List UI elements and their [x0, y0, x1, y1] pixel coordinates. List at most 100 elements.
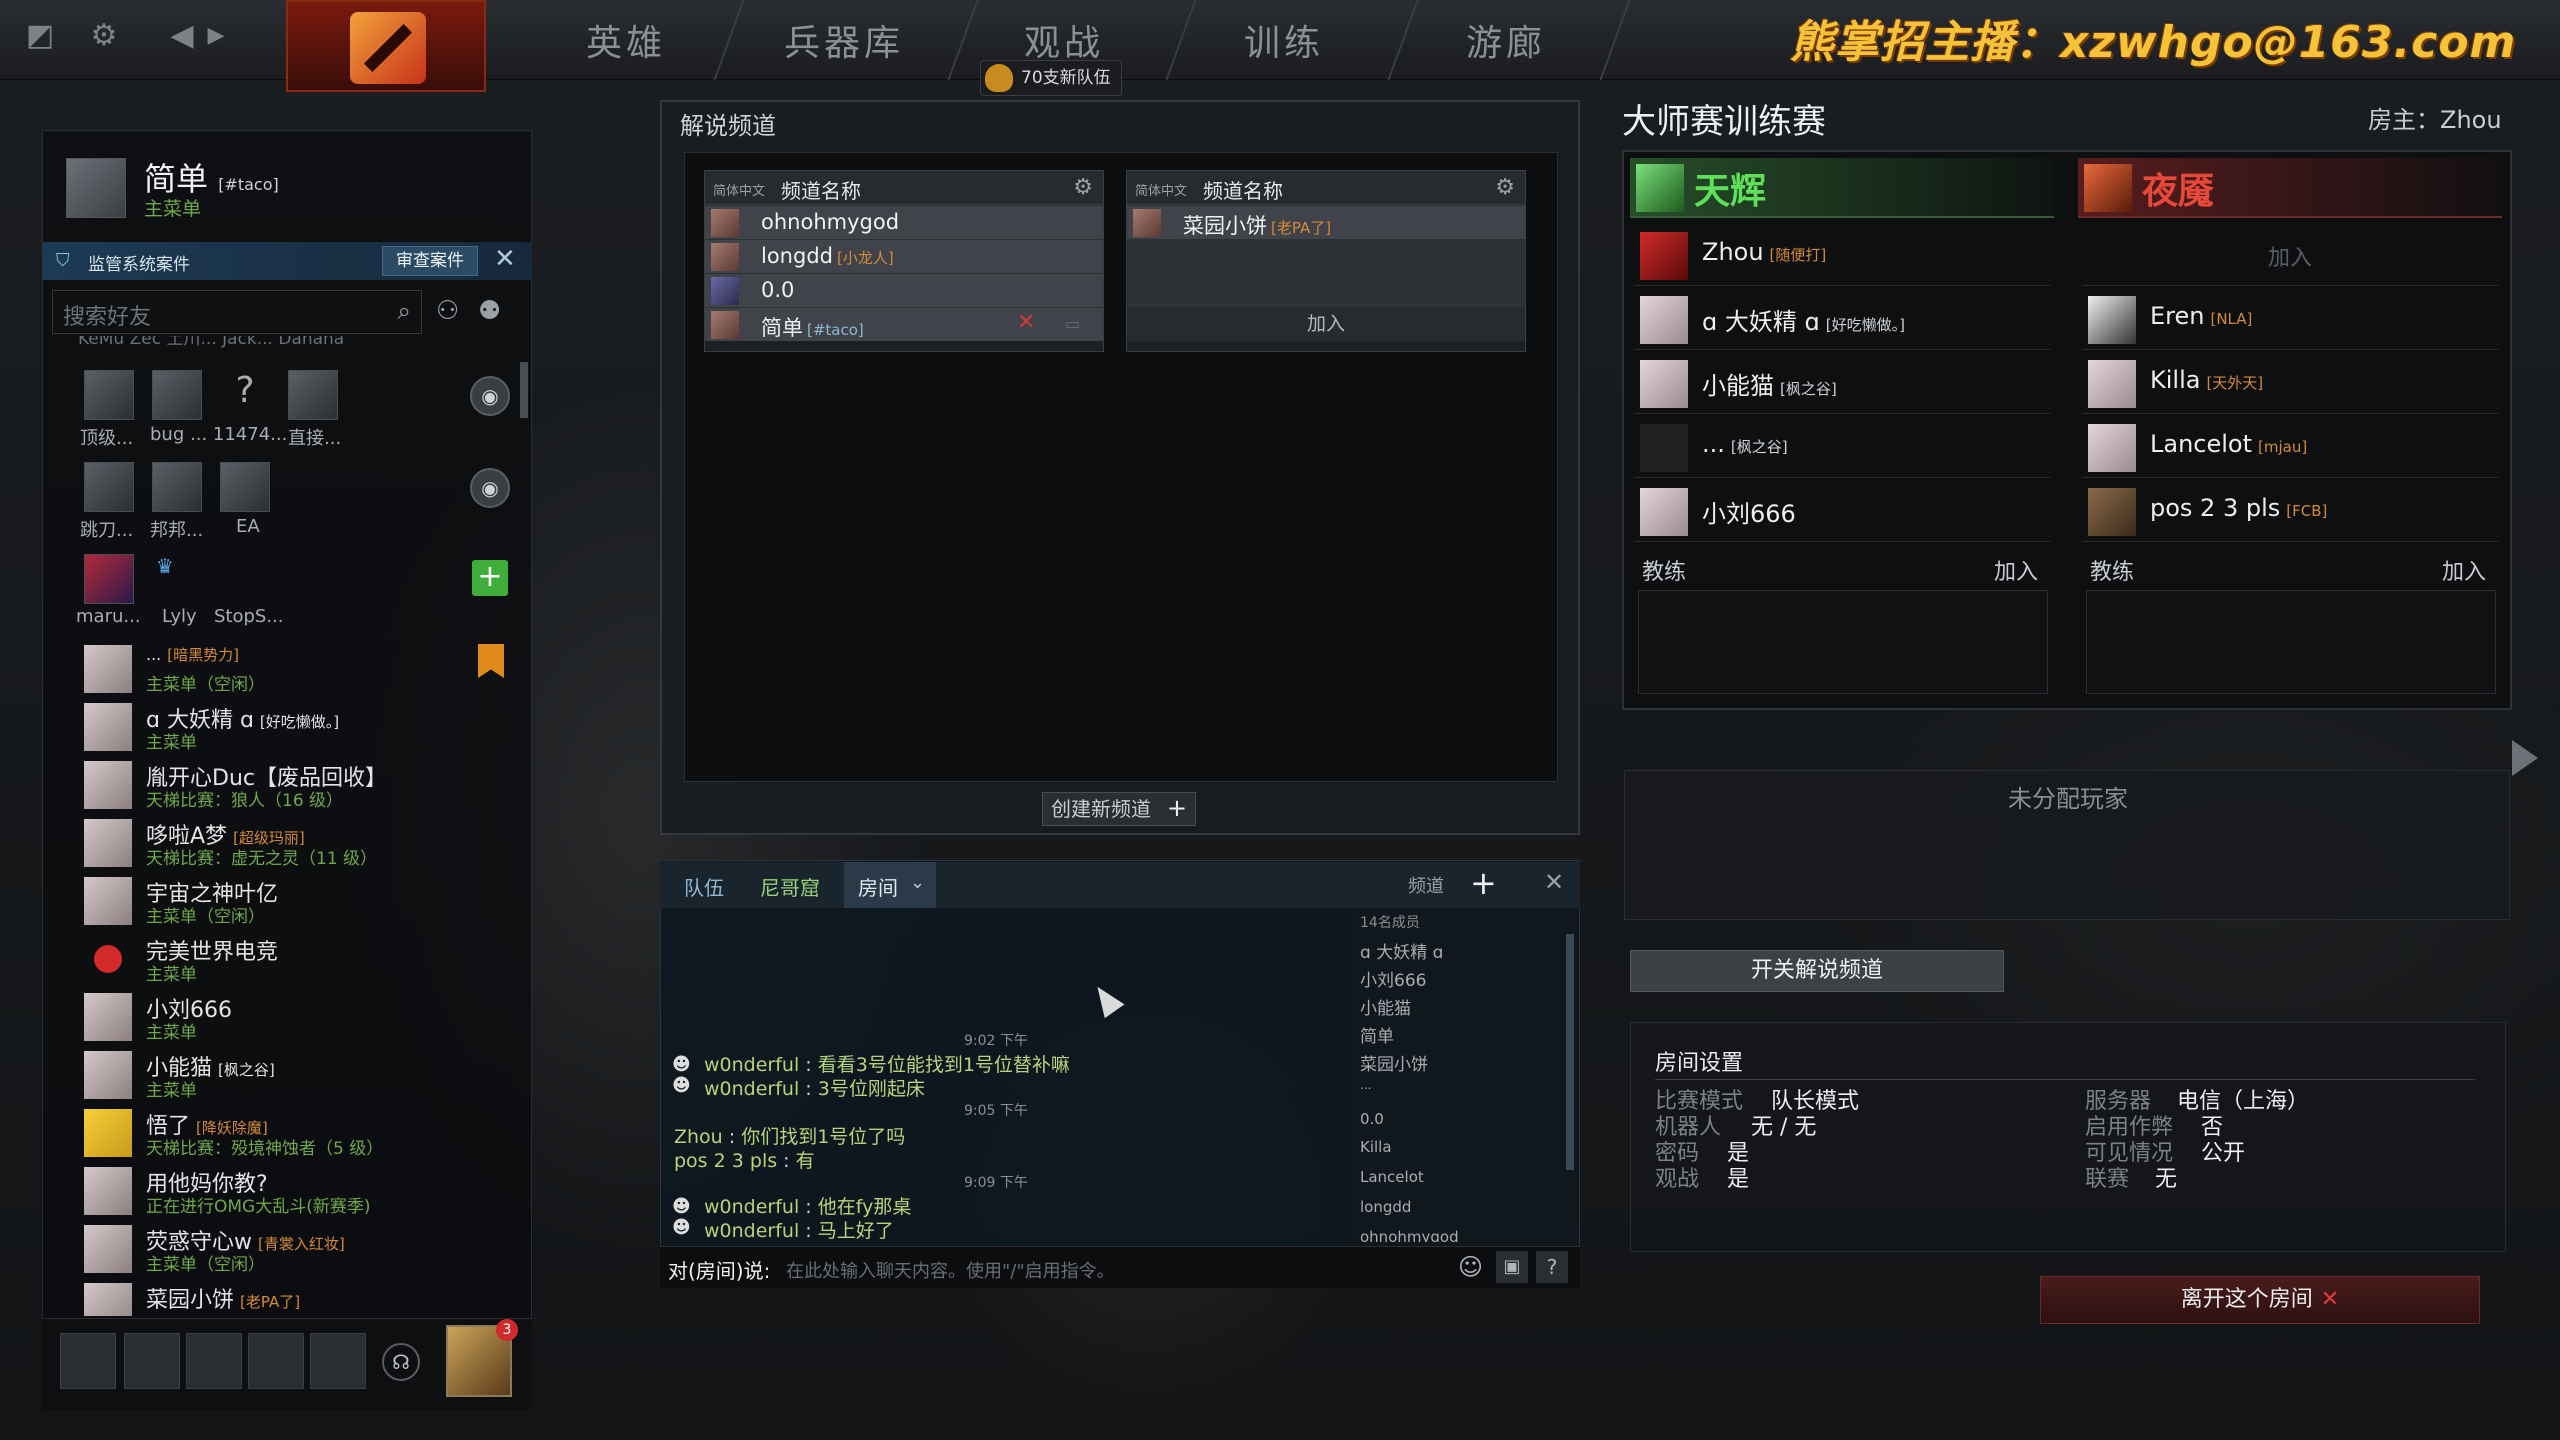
manage-friends-icon[interactable]: ⚉: [478, 296, 501, 326]
gear-icon[interactable]: ⚙: [1073, 175, 1093, 200]
nav-heroes[interactable]: 英雄: [586, 14, 666, 66]
friend-avatar[interactable]: [152, 462, 202, 512]
user-avatar-icon: ☻ ☻: [672, 1196, 691, 1238]
dire-player-slot[interactable]: 加入: [2082, 224, 2498, 286]
list-item[interactable]: 哆啦A梦 [超级玛丽] 天梯比赛：虚无之灵（11 级）: [84, 816, 524, 870]
friend-avatar[interactable]: [220, 462, 270, 512]
chat-tab-bar: 队伍 尼哥窟 房间 ⌄ 频道 + ✕: [660, 862, 1580, 908]
review-case-button[interactable]: 审查案件: [382, 246, 478, 276]
nav-arcade[interactable]: 游廊: [1466, 14, 1546, 66]
dire-player-slot[interactable]: Killa [天外天]: [2082, 352, 2498, 414]
voice-headset-icon[interactable]: ☊: [382, 1343, 420, 1381]
nav-learn[interactable]: 训练: [1244, 14, 1324, 66]
expand-arrow-icon[interactable]: [2512, 740, 2538, 776]
empty-party-slot[interactable]: [310, 1333, 366, 1389]
help-icon[interactable]: ?: [1536, 1251, 1568, 1283]
close-icon[interactable]: ✕: [494, 244, 516, 274]
gear-icon[interactable]: ⚙: [1495, 175, 1515, 200]
friend-search-input[interactable]: 搜索好友 ⌕: [52, 290, 422, 334]
friend-avatar[interactable]: [288, 370, 338, 420]
chat-member[interactable]: 0.0: [1360, 1110, 1384, 1128]
list-item[interactable]: 菜园小饼 [老PA了]: [84, 1280, 524, 1316]
friend-avatar[interactable]: [152, 370, 202, 420]
dire-player-slot[interactable]: pos 2 3 pls [FCB]: [2082, 480, 2498, 542]
members-scrollbar[interactable]: [1566, 934, 1574, 1170]
chat-member[interactable]: ɑ 大妖精 ɑ: [1360, 938, 1443, 963]
list-item[interactable]: 用他妈你教? 正在进行OMG大乱斗(新赛季): [84, 1164, 524, 1218]
invite-plus-button[interactable]: +: [472, 560, 508, 596]
list-item[interactable]: 宇宙之神叶亿 主菜单（空闲）: [84, 874, 524, 928]
friend-avatar: [84, 935, 132, 983]
chat-member[interactable]: longdd: [1360, 1198, 1411, 1216]
tab-team[interactable]: 队伍: [684, 872, 724, 901]
radiant-player-slot[interactable]: ... [枫之谷]: [1634, 416, 2050, 478]
add-channel-plus-icon[interactable]: +: [1470, 864, 1497, 902]
radiant-player-slot[interactable]: 小刘666: [1634, 480, 2050, 542]
settings-gear-icon[interactable]: ⚙: [84, 16, 124, 56]
radiant-coach-join-button[interactable]: 加入: [1994, 554, 2038, 586]
chat-member[interactable]: 简单: [1360, 1022, 1394, 1047]
camera-icon[interactable]: ▭: [1065, 314, 1080, 333]
forward-arrow-icon[interactable]: ▶: [196, 16, 236, 56]
friend-avatar[interactable]: [84, 370, 134, 420]
channel-member-row[interactable]: 菜园小饼 [老PA了]: [1127, 205, 1525, 239]
empty-party-slot[interactable]: [124, 1333, 180, 1389]
dire-coach-slot[interactable]: [2086, 590, 2496, 694]
friend-list-scrollbar[interactable]: [520, 362, 528, 418]
list-item[interactable]: 悟了 [降妖除魔] 天梯比赛：殁境神蚀者（5 级）: [84, 1106, 524, 1160]
chat-member[interactable]: 小刘666: [1360, 966, 1426, 991]
chat-member[interactable]: ...: [1360, 1078, 1371, 1092]
nav-armory[interactable]: 兵器库: [784, 14, 904, 66]
unknown-avatar-icon[interactable]: ?: [220, 370, 270, 420]
nav-watch[interactable]: 观战: [1024, 14, 1104, 66]
empty-party-slot[interactable]: [186, 1333, 242, 1389]
channel-member-row[interactable]: longdd [小龙人]: [705, 239, 1103, 273]
leave-room-button[interactable]: 离开这个房间 ✕: [2040, 1276, 2480, 1324]
chat-member[interactable]: Killa: [1360, 1138, 1392, 1156]
list-item[interactable]: 小刘666 主菜单: [84, 990, 524, 1044]
dota-logo-home-button[interactable]: [286, 0, 486, 92]
close-icon[interactable]: ✕: [1544, 868, 1564, 896]
chat-member[interactable]: Lancelot: [1360, 1168, 1424, 1186]
list-item[interactable]: 小能猫 [枫之谷] 主菜单: [84, 1048, 524, 1102]
dire-player-slot[interactable]: Eren [NLA]: [2082, 288, 2498, 350]
new-teams-badge[interactable]: 70支新队伍: [980, 60, 1122, 96]
toggle-broadcast-button[interactable]: 开关解说频道: [1630, 950, 2004, 992]
channel-member-row[interactable]: ohnohmygod: [705, 205, 1103, 239]
avatar[interactable]: [60, 1333, 116, 1389]
channel-member-row[interactable]: 简单 [#taco] ✕ ▭: [705, 307, 1103, 341]
list-item[interactable]: 胤开心Duc【废品回收】 天梯比赛：狼人（16 级）: [84, 758, 524, 812]
spectate-eye-icon[interactable]: ◉: [470, 376, 510, 416]
channel-member-row[interactable]: 0.0: [705, 273, 1103, 307]
chat-member[interactable]: 小能猫: [1360, 994, 1411, 1019]
empty-party-slot[interactable]: [248, 1333, 304, 1389]
radiant-player-slot[interactable]: 小能猫 [枫之谷]: [1634, 352, 2050, 414]
dota-menu-icon[interactable]: ◩: [20, 16, 60, 56]
list-item[interactable]: ɑ 大妖精 ɑ [好吃懒做。] 主菜单: [84, 700, 524, 754]
list-item[interactable]: ... [暗黑势力] 主菜单（空闲）: [84, 642, 524, 696]
radiant-player-slot[interactable]: ɑ 大妖精 ɑ [好吃懒做。]: [1634, 288, 2050, 350]
join-channel-button[interactable]: 加入: [1127, 307, 1525, 341]
dire-coach-join-button[interactable]: 加入: [2442, 554, 2486, 586]
remove-x-icon[interactable]: ✕: [1017, 310, 1035, 335]
chat-wheel-icon[interactable]: ▣: [1496, 1251, 1528, 1283]
user-profile[interactable]: 简单 [#taco] 主菜单: [60, 150, 515, 222]
chat-member[interactable]: ohnohmygod: [1360, 1228, 1459, 1242]
friend-avatar[interactable]: [84, 554, 134, 604]
tab-guild[interactable]: 尼哥窟: [760, 872, 820, 901]
list-item[interactable]: 荧惑守心w [青裳入红妆] 主菜单（空闲）: [84, 1222, 524, 1276]
radiant-coach-slot[interactable]: [1638, 590, 2048, 694]
radiant-player-slot[interactable]: Zhou [随便打]: [1634, 224, 2050, 286]
add-friend-icon[interactable]: ⚇: [436, 296, 459, 326]
spectate-eye-icon[interactable]: ◉: [470, 468, 510, 508]
friend-avatar[interactable]: [84, 462, 134, 512]
emoji-icon[interactable]: ☺: [1458, 1253, 1483, 1281]
unassigned-players-area[interactable]: 未分配玩家: [1624, 770, 2510, 920]
chat-input-bar[interactable]: 对(房间)说: 在此处输入聊天内容。使用"/"启用指令。 ☺ ▣ ?: [660, 1246, 1580, 1288]
list-item[interactable]: 完美世界电竞 主菜单: [84, 932, 524, 986]
create-channel-button[interactable]: 创建新频道 +: [1042, 792, 1196, 826]
dire-player-slot[interactable]: Lancelot [mjau]: [2082, 416, 2498, 478]
tab-room[interactable]: 房间 ⌄: [844, 862, 936, 908]
chat-member[interactable]: 菜园小饼: [1360, 1050, 1428, 1075]
channel-language: 简体中文: [713, 184, 766, 199]
